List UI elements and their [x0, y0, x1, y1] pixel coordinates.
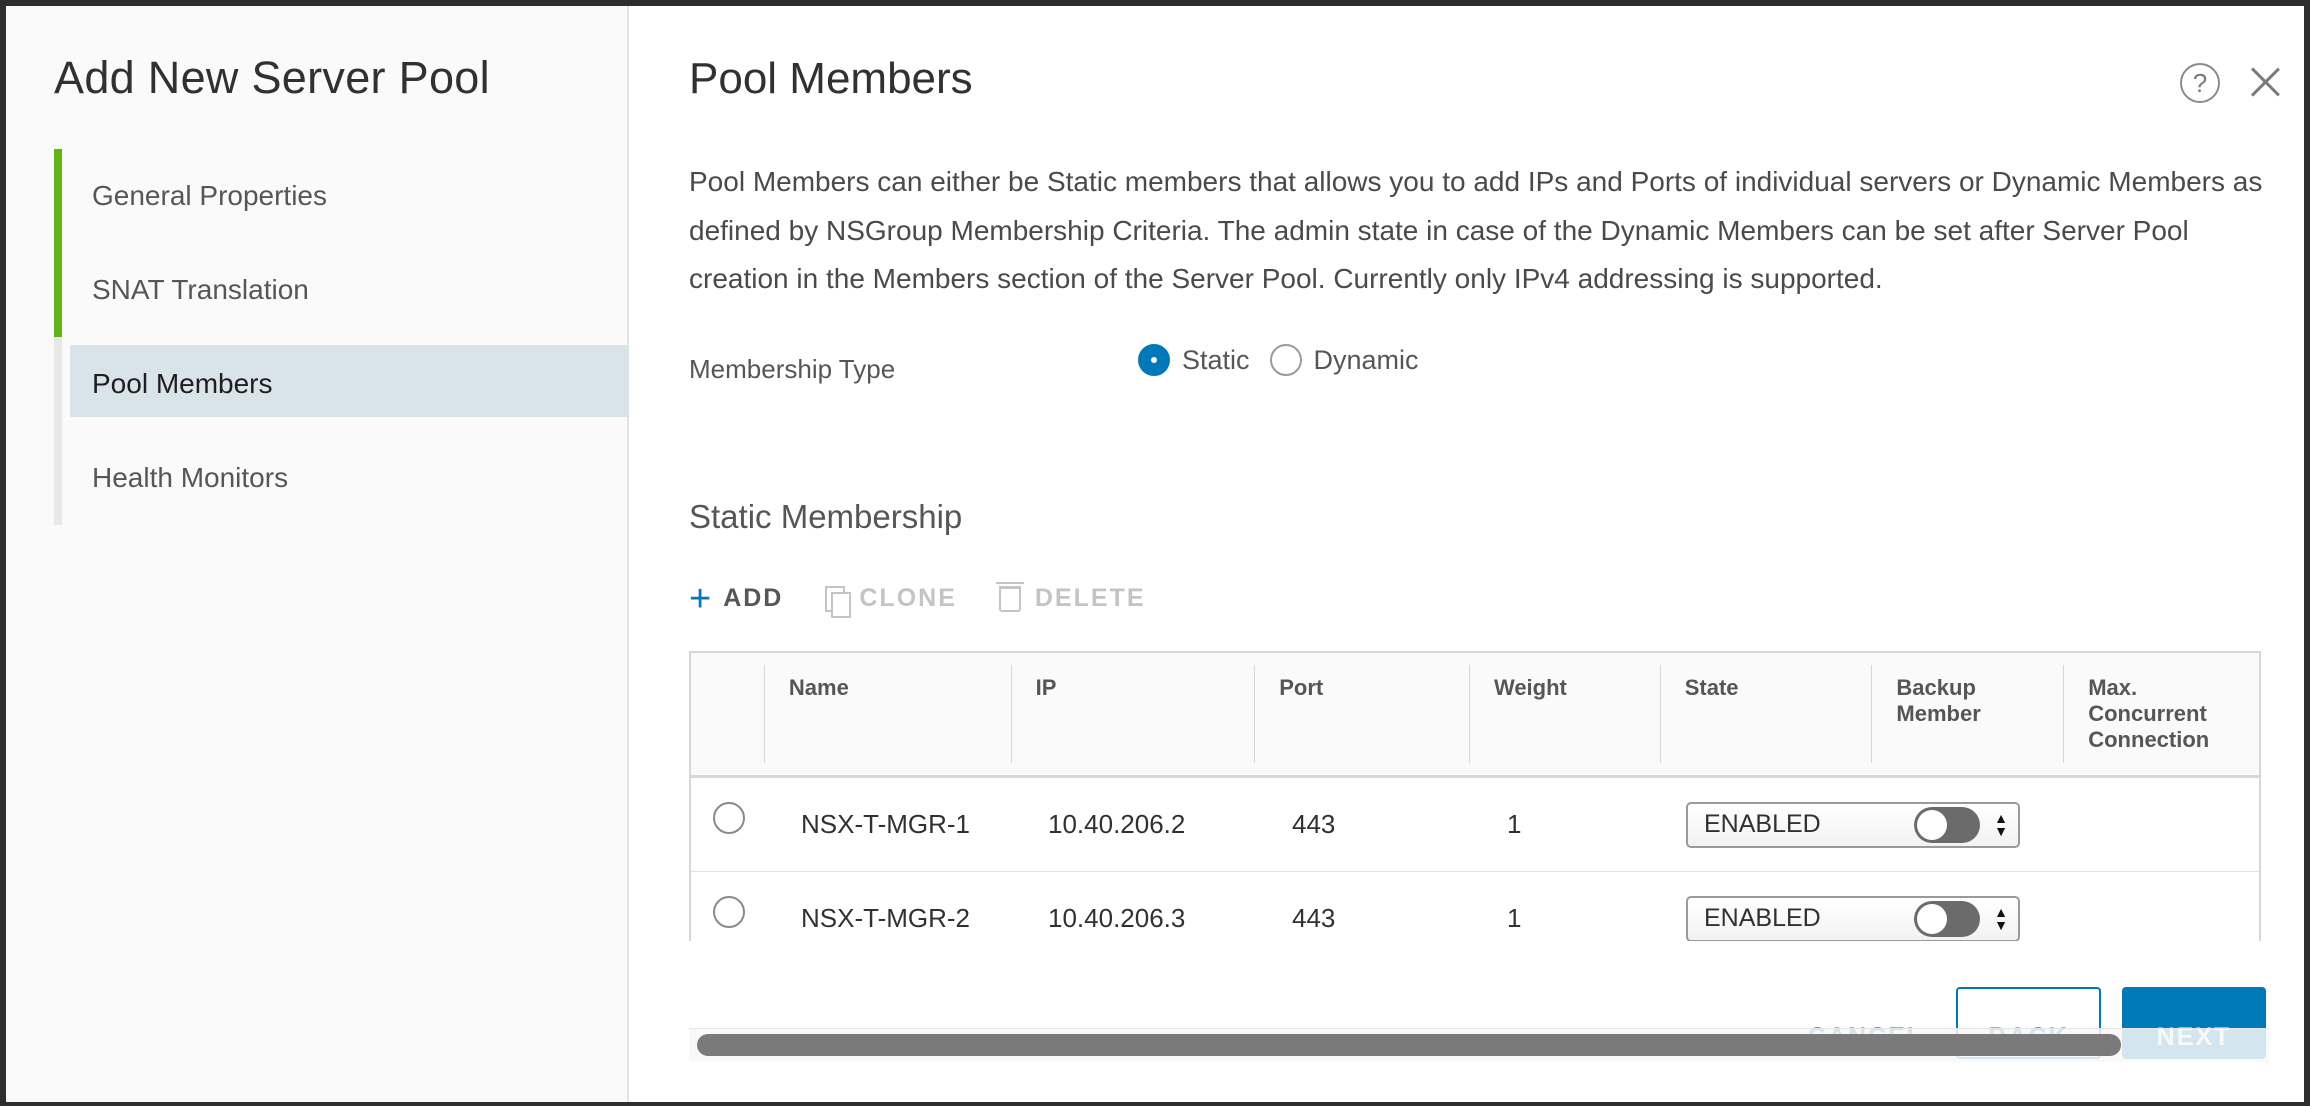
membership-type-radio-group: Static Dynamic	[1138, 344, 1439, 376]
delete-button[interactable]: DELETE	[995, 581, 1146, 613]
state-select-value: ENABLED	[1704, 904, 1821, 932]
member-weight: 1	[1507, 809, 1522, 839]
help-icon[interactable]: ?	[2180, 63, 2220, 103]
row-select-cell	[691, 895, 765, 928]
wizard-sidebar: Add New Server Pool General Properties S…	[6, 6, 629, 1102]
radio-dynamic[interactable]: Dynamic	[1269, 344, 1419, 376]
member-port: 443	[1292, 809, 1336, 839]
close-icon[interactable]	[2248, 65, 2282, 99]
row-select-radio[interactable]	[713, 801, 745, 834]
select-arrows-icon: ▲ ▼	[1994, 809, 2008, 839]
step-label: Health Monitors	[92, 462, 289, 493]
wizard-content: Pool Members ? Pool Members can either b…	[631, 6, 2304, 1102]
membership-type-label: Membership Type	[689, 354, 896, 384]
backup-member-toggle[interactable]	[1914, 806, 1981, 843]
page-description: Pool Members can either be Static member…	[689, 166, 2263, 294]
delete-button-label: DELETE	[1034, 584, 1146, 612]
grid-header: Name IP Port Weight State Backup Member …	[691, 653, 2259, 778]
step-label: General Properties	[92, 180, 328, 211]
add-button[interactable]: + ADD	[689, 577, 784, 620]
step-progress-bar	[54, 431, 62, 525]
radio-static[interactable]: Static	[1138, 344, 1250, 376]
trash-icon	[995, 581, 1024, 612]
backup-member-toggle[interactable]	[1914, 900, 1981, 937]
member-weight: 1	[1507, 903, 1522, 933]
header-ip[interactable]: IP	[1012, 653, 1256, 775]
members-toolbar: + ADD CLONE DELETE	[689, 577, 1188, 620]
step-label: Pool Members	[92, 368, 273, 399]
clone-button[interactable]: CLONE	[825, 584, 957, 618]
radio-static-label: Static	[1182, 344, 1250, 375]
wizard-steps: General Properties SNAT Translation Pool…	[54, 149, 629, 525]
step-health-monitors[interactable]: Health Monitors	[54, 431, 629, 525]
step-snat-translation[interactable]: SNAT Translation	[54, 243, 629, 337]
members-datagrid: Name IP Port Weight State Backup Member …	[689, 651, 2261, 941]
header-select	[691, 653, 765, 775]
header-max-concurrent-connection[interactable]: Max. Concurrent Connection	[2064, 653, 2259, 775]
step-progress-bar	[54, 149, 62, 243]
header-state[interactable]: State	[1661, 653, 1873, 775]
step-pool-members[interactable]: Pool Members	[54, 337, 629, 431]
member-name: NSX-T-MGR-1	[801, 809, 970, 839]
state-select[interactable]: ENABLED ▲ ▼	[1686, 801, 2020, 848]
state-select-value: ENABLED	[1704, 810, 1821, 838]
table-row: NSX-T-MGR-2 10.40.206.3 443 1 ENABLED ▲ ▼	[691, 872, 2259, 941]
member-ip: 10.40.206.2	[1048, 809, 1186, 839]
member-name: NSX-T-MGR-2	[801, 903, 970, 933]
member-ip: 10.40.206.3	[1048, 903, 1186, 933]
member-port: 443	[1292, 903, 1336, 933]
radio-static-dot[interactable]	[1138, 344, 1170, 376]
add-button-label: ADD	[723, 584, 784, 612]
header-name[interactable]: Name	[765, 653, 1012, 775]
member-state-cell: ENABLED ▲ ▼	[1662, 895, 2062, 941]
header-weight[interactable]: Weight	[1470, 653, 1661, 775]
step-progress-bar	[54, 243, 62, 337]
wizard-title: Add New Server Pool	[54, 52, 490, 103]
horizontal-scrollbar[interactable]	[697, 1034, 2121, 1056]
row-select-cell	[691, 801, 765, 834]
row-select-radio[interactable]	[713, 895, 745, 928]
header-backup-member[interactable]: Backup Member	[1872, 653, 2065, 775]
page-title: Pool Members	[689, 54, 973, 103]
plus-icon: +	[689, 577, 714, 620]
step-progress-bar	[54, 337, 62, 431]
member-state-cell: ENABLED ▲ ▼	[1662, 801, 2062, 848]
step-general-properties[interactable]: General Properties	[54, 149, 629, 243]
radio-dynamic-label: Dynamic	[1313, 344, 1419, 375]
clone-button-label: CLONE	[859, 584, 957, 612]
static-membership-title: Static Membership	[689, 498, 963, 535]
add-server-pool-dialog: Add New Server Pool General Properties S…	[6, 6, 2304, 1102]
state-select[interactable]: ENABLED ▲ ▼	[1686, 895, 2020, 941]
header-port[interactable]: Port	[1255, 653, 1470, 775]
step-label: SNAT Translation	[92, 274, 309, 305]
radio-dynamic-dot[interactable]	[1269, 344, 1302, 376]
select-arrows-icon: ▲ ▼	[1994, 903, 2008, 933]
table-row: NSX-T-MGR-1 10.40.206.2 443 1 ENABLED ▲ ▼	[691, 778, 2259, 872]
copy-icon	[825, 585, 852, 618]
